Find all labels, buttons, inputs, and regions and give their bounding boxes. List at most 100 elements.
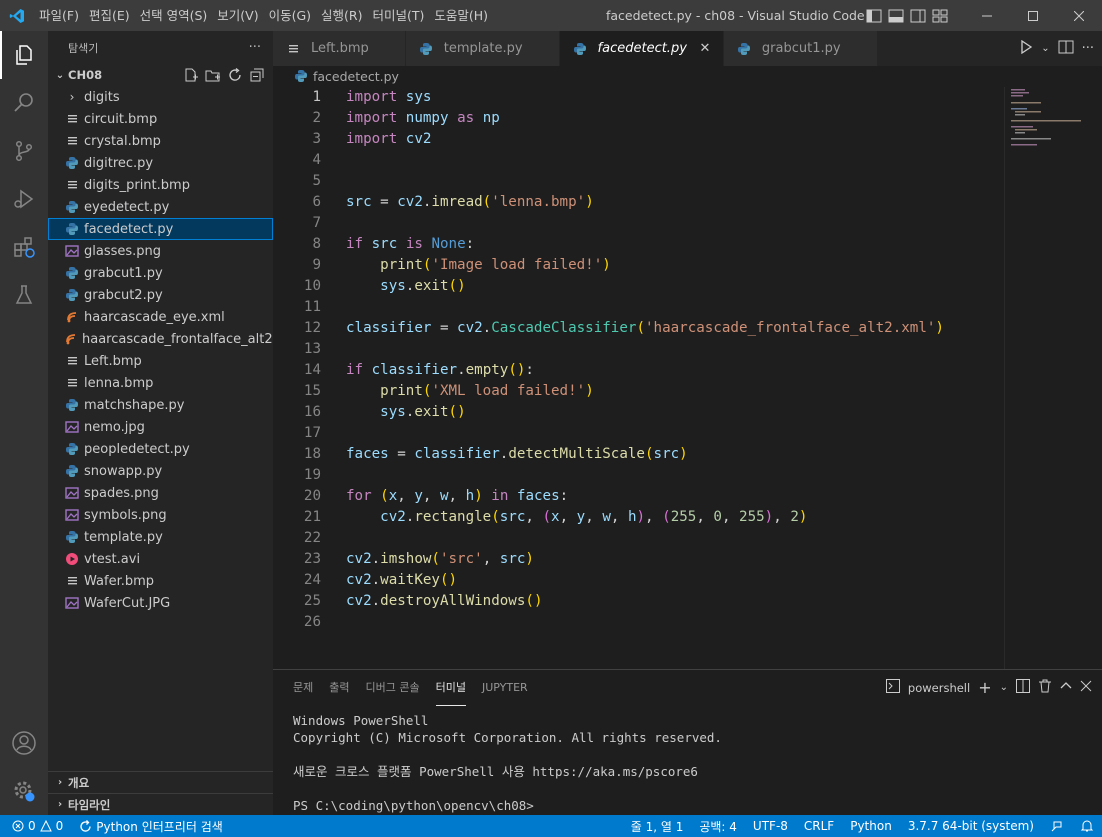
new-terminal-icon[interactable]: + — [978, 678, 991, 697]
file-item[interactable]: WaferCut.JPG — [48, 592, 273, 614]
terminal-name[interactable]: powershell — [908, 681, 970, 695]
window-title: facedetect.py - ch08 - Visual Studio Cod… — [606, 8, 865, 23]
maximize-panel-chevron-up-icon[interactable] — [1060, 680, 1072, 695]
accounts-icon[interactable] — [0, 719, 48, 767]
breadcrumb[interactable]: facedetect.py — [273, 66, 1102, 86]
line-number: 19 — [303, 467, 321, 483]
tab-left-bmp[interactable]: Left.bmp — [273, 31, 406, 66]
minimap[interactable] — [1004, 87, 1102, 669]
customize-layout-icon[interactable] — [932, 9, 948, 23]
explorer-icon[interactable] — [0, 31, 48, 79]
file-item[interactable]: nemo.jpg — [48, 416, 273, 438]
split-editor-icon[interactable] — [1058, 39, 1074, 58]
file-item[interactable]: grabcut2.py — [48, 284, 273, 306]
file-item[interactable]: snowapp.py — [48, 460, 273, 482]
cursor-position[interactable]: 줄 1, 열 1 — [623, 818, 692, 835]
error-icon — [12, 820, 24, 832]
terminal-dropdown-chevron-icon[interactable]: ⌄ — [1000, 682, 1008, 693]
file-item[interactable]: haarcascade_frontalface_alt2.xml — [48, 328, 301, 350]
file-item[interactable]: Left.bmp — [48, 350, 273, 372]
menu-item[interactable]: 보기(V) — [212, 0, 263, 31]
kill-terminal-trash-icon[interactable] — [1038, 679, 1052, 696]
file-item[interactable]: haarcascade_eye.xml — [48, 306, 273, 328]
folder-ch08[interactable]: ⌄ CH08 — [48, 64, 273, 86]
source-control-icon[interactable] — [0, 127, 48, 175]
notifications-bell-icon[interactable] — [1072, 819, 1102, 833]
run-debug-icon[interactable] — [0, 175, 48, 223]
testing-icon[interactable] — [0, 271, 48, 319]
menu-item[interactable]: 터미널(T) — [368, 0, 430, 31]
new-file-icon[interactable] — [183, 67, 199, 83]
menu-item[interactable]: 선택 영역(S) — [135, 0, 213, 31]
python-version[interactable]: 3.7.7 64-bit (system) — [900, 819, 1042, 833]
line-number: 22 — [303, 530, 321, 546]
minimize-icon[interactable] — [964, 0, 1010, 31]
file-item[interactable]: glasses.png — [48, 240, 273, 262]
file-item[interactable]: lenna.bmp — [48, 372, 273, 394]
outline-section[interactable]: › 개요 — [48, 771, 273, 793]
file-item[interactable]: circuit.bmp — [48, 108, 273, 130]
menu-item[interactable]: 이동(G) — [264, 0, 316, 31]
close-tab-icon[interactable]: ✕ — [697, 41, 713, 56]
toggle-primary-sidebar-icon[interactable] — [866, 9, 882, 23]
line-number: 24 — [303, 572, 321, 588]
tab-facedetect-py[interactable]: facedetect.py ✕ — [559, 31, 724, 66]
language-mode[interactable]: Python — [842, 819, 900, 833]
file-name: spades.png — [84, 485, 159, 501]
file-item[interactable]: grabcut1.py — [48, 262, 273, 284]
panel-tab[interactable]: 터미널 — [435, 670, 466, 706]
tab-template-py[interactable]: template.py — [405, 31, 560, 66]
file-item[interactable]: facedetect.py — [48, 218, 273, 240]
problems-status[interactable]: 0 0 — [0, 819, 71, 833]
panel-tab[interactable]: 문제 — [293, 670, 313, 706]
run-dropdown-chevron-icon[interactable]: ⌄ — [1041, 43, 1049, 54]
breadcrumb-file[interactable]: facedetect.py — [313, 69, 399, 84]
close-window-icon[interactable] — [1056, 0, 1102, 31]
panel-tab[interactable]: 디버그 콘솔 — [366, 670, 420, 706]
python-interpreter-status[interactable]: Python 인터프리터 검색 — [71, 818, 231, 835]
toggle-panel-icon[interactable] — [888, 9, 904, 23]
timeline-section[interactable]: › 타임라인 — [48, 793, 273, 815]
file-item[interactable]: matchshape.py — [48, 394, 273, 416]
file-item[interactable]: spades.png — [48, 482, 273, 504]
close-panel-icon[interactable] — [1080, 680, 1092, 695]
file-item[interactable]: eyedetect.py — [48, 196, 273, 218]
encoding[interactable]: UTF-8 — [745, 819, 796, 833]
split-terminal-icon[interactable] — [1016, 679, 1030, 696]
menu-item[interactable]: 파일(F) — [34, 0, 84, 31]
tab-grabcut1-py[interactable]: grabcut1.py — [723, 31, 878, 66]
menu-item[interactable]: 도움말(H) — [429, 0, 493, 31]
terminal-output[interactable]: Windows PowerShell Copyright (C) Microsof… — [293, 712, 722, 814]
file-item[interactable]: template.py — [48, 526, 273, 548]
file-item[interactable]: crystal.bmp — [48, 130, 273, 152]
collapse-all-icon[interactable] — [249, 67, 265, 83]
indentation[interactable]: 공백: 4 — [691, 818, 745, 835]
end-of-line[interactable]: CRLF — [796, 819, 842, 833]
run-python-file-icon[interactable] — [1019, 39, 1033, 58]
line-number: 16 — [303, 404, 321, 420]
new-folder-icon[interactable] — [205, 67, 221, 83]
menu-item[interactable]: 실행(R) — [316, 0, 367, 31]
feedback-icon[interactable] — [1042, 819, 1072, 833]
maximize-icon[interactable] — [1010, 0, 1056, 31]
file-item[interactable]: symbols.png — [48, 504, 273, 526]
file-item[interactable]: peopledetect.py — [48, 438, 273, 460]
search-icon[interactable] — [0, 79, 48, 127]
menu-item[interactable]: 편집(E) — [84, 0, 135, 31]
file-item[interactable]: Wafer.bmp — [48, 570, 273, 592]
vscode-logo-icon — [0, 0, 34, 31]
code-editor[interactable]: 1 import sys 2 import numpy as np 3 import cv… — [273, 87, 1102, 669]
manage-gear-icon[interactable] — [0, 767, 48, 815]
panel-tab[interactable]: 출력 — [329, 670, 349, 706]
toggle-secondary-sidebar-icon[interactable] — [910, 9, 926, 23]
file-name: eyedetect.py — [84, 199, 170, 215]
file-item[interactable]: digitrec.py — [48, 152, 273, 174]
folder-item[interactable]: › digits — [48, 86, 273, 108]
refresh-icon[interactable] — [227, 67, 243, 83]
panel-tab[interactable]: JUPYTER — [482, 670, 528, 706]
file-item[interactable]: digits_print.bmp — [48, 174, 273, 196]
more-actions-icon[interactable]: ··· — [249, 40, 261, 55]
extensions-icon[interactable] — [0, 223, 48, 271]
editor-more-actions-icon[interactable]: ··· — [1082, 41, 1094, 56]
file-item[interactable]: vtest.avi — [48, 548, 273, 570]
